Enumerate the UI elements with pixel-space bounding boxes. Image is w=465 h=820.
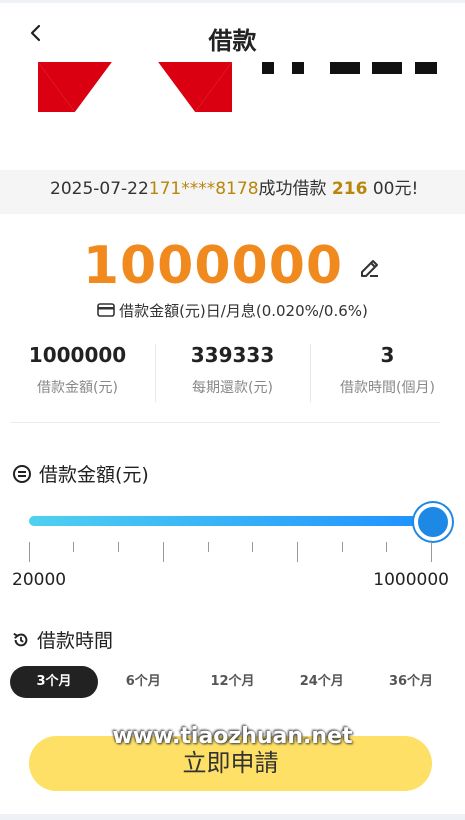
brand-logo	[38, 62, 437, 112]
ticker-phone: 171****8178	[148, 179, 259, 199]
stat-term: 3 借款時間(個月)	[310, 340, 465, 404]
coin-icon	[13, 464, 31, 483]
ticker-line: 2025-07-22171****8178成功借款 216 00元!	[50, 174, 418, 199]
slider-tick	[252, 542, 253, 552]
ticker-tail: 00元!	[372, 179, 419, 199]
section-label: 借款金額(元)	[39, 464, 149, 486]
stat-repayment: 339333 每期還款(元)	[155, 340, 310, 404]
amount-slider-track[interactable]	[29, 516, 433, 526]
stat-amount: 1000000 借款金額(元)	[0, 340, 155, 404]
slider-tick	[163, 542, 164, 562]
slider-tick	[29, 542, 30, 562]
slider-tick	[342, 542, 343, 552]
rate-info: 借款金額(元)日/月息(0.020%/0.6%)	[0, 300, 465, 321]
card-icon	[97, 302, 115, 321]
stat-value: 339333	[190, 343, 275, 367]
ticker-amount: 216	[331, 179, 368, 199]
slider-tick	[297, 542, 298, 562]
divider	[10, 422, 440, 423]
stat-label: 借款時間(個月)	[340, 380, 435, 396]
stat-label: 借款金額(元)	[37, 380, 118, 396]
rate-text: 借款金額(元)日/月息(0.020%/0.6%)	[119, 302, 368, 320]
amount-section-title: 借款金額(元)	[12, 460, 149, 487]
term-option-24[interactable]: 24个月	[278, 666, 366, 698]
page-title: 借款	[208, 27, 257, 55]
slider-tick	[73, 542, 74, 552]
edit-icon	[361, 260, 379, 277]
term-option-6[interactable]: 6个月	[99, 666, 187, 698]
stat-value: 3	[380, 343, 395, 367]
term-option-36[interactable]: 36个月	[367, 666, 455, 698]
term-options: 3个月 6个月 12个月 24个月 36个月	[10, 666, 455, 698]
term-section-title: 借款時間	[12, 626, 113, 653]
loan-amount: 1000000	[82, 236, 344, 296]
term-option-3[interactable]: 3个月	[10, 666, 98, 698]
header: 借款	[0, 0, 465, 62]
banner	[0, 62, 465, 170]
amount-slider-thumb[interactable]	[414, 503, 452, 541]
watermark: www.tiaozhuan.net	[112, 724, 353, 749]
slider-tick	[386, 542, 387, 552]
slider-tick	[208, 542, 209, 552]
edit-amount-button[interactable]	[358, 256, 382, 284]
slider-ticks	[29, 542, 433, 564]
stat-label: 每期還款(元)	[192, 380, 273, 396]
section-label: 借款時間	[37, 630, 114, 652]
term-option-12[interactable]: 12个月	[189, 666, 277, 698]
loan-stats: 1000000 借款金額(元) 339333 每期還款(元) 3 借款時間(個月…	[0, 340, 465, 404]
stat-value: 1000000	[28, 343, 127, 367]
slider-tick	[431, 542, 432, 562]
ticker-text: 成功借款	[258, 179, 332, 199]
ticker-date: 2025-07-22	[50, 179, 149, 199]
amount-display: 1000000	[0, 236, 465, 296]
history-icon	[13, 632, 28, 646]
slider-max-label: 1000000	[373, 570, 449, 590]
slider-min-label: 20000	[12, 570, 67, 590]
bottom-bar	[0, 814, 465, 820]
slider-tick	[118, 542, 119, 552]
success-ticker: 2025-07-22171****8178成功借款 216 00元!	[0, 170, 465, 214]
